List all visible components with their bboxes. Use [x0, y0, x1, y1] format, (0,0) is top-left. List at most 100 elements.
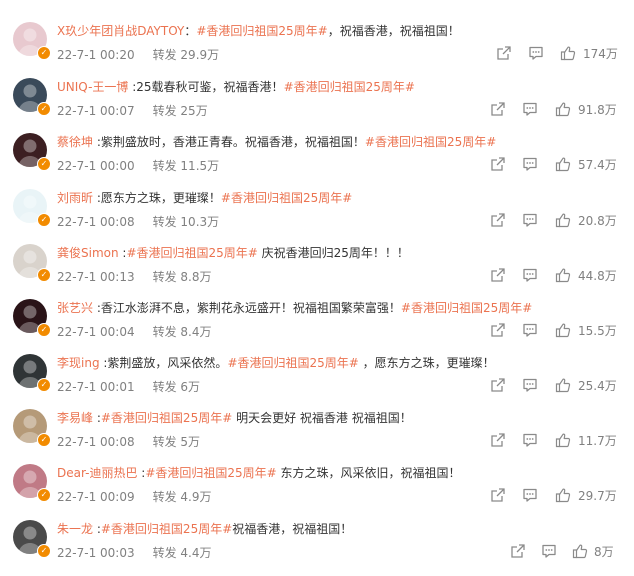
comment-actions: 44.8万 [0, 267, 634, 285]
hashtag-link[interactable]: #香港回归祖国25周年# [221, 191, 352, 205]
comment-actions: 11.7万 [0, 432, 634, 450]
username-link[interactable]: 李现ing [57, 356, 100, 370]
comment-actions: 57.4万 [0, 156, 634, 174]
username-link[interactable]: 蔡徐坤 [57, 135, 93, 149]
comment-text: Dear-迪丽热巴 :#香港回归祖国25周年# 东方之珠，风采依旧，祝福祖国！ [57, 465, 461, 481]
comment-icon[interactable] [528, 45, 544, 61]
separator: : [93, 301, 101, 315]
username-link[interactable]: 张艺兴 [57, 301, 93, 315]
comment-body: 紫荆盛放，风采依然。 [107, 356, 228, 370]
like-count: 91.8万 [578, 103, 617, 117]
separator: : [93, 191, 101, 205]
username-link[interactable]: 龚俊Simon [57, 246, 119, 260]
hashtag-link[interactable]: #香港回归祖国25周年# [101, 411, 232, 425]
comment-actions: 91.8万 [0, 101, 634, 119]
like-count: 20.8万 [578, 214, 617, 228]
comment-body-suffix: 祝福香港，祝福祖国！ [232, 522, 353, 536]
share-icon[interactable] [490, 156, 506, 172]
comment-icon[interactable] [522, 432, 538, 448]
share-icon[interactable] [490, 101, 506, 117]
comment-icon[interactable] [522, 267, 538, 283]
comment-body-suffix: 明天会更好 祝福香港 祝福祖国！ [232, 411, 412, 425]
comment-actions: 25.4万 [0, 377, 634, 395]
comment-body-suffix: 东方之珠，风采依旧，祝福祖国！ [276, 466, 461, 480]
comment-body: 香江水澎湃不息，紫荆花永远盛开！祝福祖国繁荣富强！ [100, 301, 401, 315]
comment-row: ✓ 龚俊Simon :#香港回归祖国25周年# 庆祝香港回归25周年！！！ 22-7… [0, 244, 634, 300]
comment-icon[interactable] [522, 322, 538, 338]
hashtag-link[interactable]: #香港回归祖国25周年# [401, 301, 532, 315]
comment-list: ✓ X玖少年团肖战DAYTOY：#香港回归祖国25周年#，祝福香港，祝福祖国！ 22… [0, 0, 634, 574]
like-count: 15.5万 [578, 324, 617, 338]
thumbs-up-icon[interactable] [555, 156, 571, 172]
comment-text: 李现ing :紫荆盛放，风采依然。#香港回归祖国25周年# ，愿东方之珠，更璀璨… [57, 355, 495, 371]
hashtag-link[interactable]: #香港回归祖国25周年# [145, 466, 276, 480]
hashtag-link[interactable]: #香港回归祖国25周年# [126, 246, 257, 260]
comment-row: ✓ Dear-迪丽热巴 :#香港回归祖国25周年# 东方之珠，风采依旧，祝福祖国！… [0, 464, 634, 520]
share-icon[interactable] [490, 212, 506, 228]
hashtag-link[interactable]: #香港回归祖国25周年# [284, 80, 415, 94]
thumbs-up-icon[interactable] [555, 101, 571, 117]
comment-text: 刘雨昕 :愿东方之珠，更璀璨！#香港回归祖国25周年# [57, 190, 352, 206]
comment-body: 25载春秋可鉴，祝福香港！ [136, 80, 284, 94]
separator: : [93, 522, 101, 536]
hashtag-link[interactable]: #香港回归祖国25周年# [227, 356, 358, 370]
comment-row: ✓ 蔡徐坤 :紫荆盛放时，香港正青春。祝福香港，祝福祖国！#香港回归祖国25周年#… [0, 133, 634, 189]
comment-text: 李易峰 :#香港回归祖国25周年# 明天会更好 祝福香港 祝福祖国！ [57, 410, 412, 426]
comment-icon[interactable] [522, 212, 538, 228]
comment-row: ✓ 朱一龙 :#香港回归祖国25周年#祝福香港，祝福祖国！ 22-7-1 00:03… [0, 520, 634, 576]
comment-row: ✓ 李现ing :紫荆盛放，风采依然。#香港回归祖国25周年# ，愿东方之珠，更璀… [0, 354, 634, 410]
thumbs-up-icon[interactable] [555, 322, 571, 338]
comment-icon[interactable] [522, 101, 538, 117]
comment-icon[interactable] [522, 156, 538, 172]
thumbs-up-icon[interactable] [555, 377, 571, 393]
comment-row: ✓ UNIQ-王一博 :25载春秋可鉴，祝福香港！#香港回归祖国25周年# 22-7… [0, 78, 634, 134]
username-link[interactable]: 朱一龙 [57, 522, 93, 536]
comment-text: 朱一龙 :#香港回归祖国25周年#祝福香港，祝福祖国！ [57, 521, 352, 537]
comment-row: ✓ 刘雨昕 :愿东方之珠，更璀璨！#香港回归祖国25周年# 22-7-1 00:08… [0, 189, 634, 245]
share-icon[interactable] [496, 45, 512, 61]
share-icon[interactable] [490, 322, 506, 338]
thumbs-up-icon[interactable] [560, 45, 576, 61]
comment-text: UNIQ-王一博 :25载春秋可鉴，祝福香港！#香港回归祖国25周年# [57, 79, 415, 95]
like-count: 8万 [594, 545, 614, 559]
comment-text: 龚俊Simon :#香港回归祖国25周年# 庆祝香港回归25周年！！！ [57, 245, 409, 261]
thumbs-up-icon[interactable] [555, 212, 571, 228]
comment-body-suffix: ，祝福香港，祝福祖国！ [327, 24, 460, 38]
comment-text: 张艺兴 :香江水澎湃不息，紫荆花永远盛开！祝福祖国繁荣富强！#香港回归祖国25周… [57, 300, 532, 316]
like-count: 25.4万 [578, 379, 617, 393]
comment-text: 蔡徐坤 :紫荆盛放时，香港正青春。祝福香港，祝福祖国！#香港回归祖国25周年# [57, 134, 496, 150]
comment-actions: 29.7万 [0, 487, 634, 505]
comment-row: ✓ 张艺兴 :香江水澎湃不息，紫荆花永远盛开！祝福祖国繁荣富强！#香港回归祖国25… [0, 299, 634, 355]
thumbs-up-icon[interactable] [555, 487, 571, 503]
comment-row: ✓ X玖少年团肖战DAYTOY：#香港回归祖国25周年#，祝福香港，祝福祖国！ 22… [0, 22, 634, 78]
username-link[interactable]: X玖少年团肖战DAYTOY [57, 24, 184, 38]
comment-row: ✓ 李易峰 :#香港回归祖国25周年# 明天会更好 祝福香港 祝福祖国！ 22-7-… [0, 409, 634, 465]
share-icon[interactable] [490, 487, 506, 503]
separator: : [93, 135, 101, 149]
comment-icon[interactable] [522, 487, 538, 503]
hashtag-link[interactable]: #香港回归祖国25周年# [101, 522, 232, 536]
comment-actions: 8万 [0, 543, 634, 561]
share-icon[interactable] [490, 267, 506, 283]
like-count: 11.7万 [578, 434, 617, 448]
like-count: 44.8万 [578, 269, 617, 283]
comment-body-suffix: 庆祝香港回归25周年！！！ [257, 246, 409, 260]
comment-icon[interactable] [522, 377, 538, 393]
comment-body: 愿东方之珠，更璀璨！ [100, 191, 221, 205]
username-link[interactable]: UNIQ-王一博 [57, 80, 128, 94]
separator: ： [184, 24, 197, 38]
hashtag-link[interactable]: #香港回归祖国25周年# [365, 135, 496, 149]
username-link[interactable]: 李易峰 [57, 411, 93, 425]
share-icon[interactable] [490, 432, 506, 448]
comment-actions: 15.5万 [0, 322, 634, 340]
comment-text: X玖少年团肖战DAYTOY：#香港回归祖国25周年#，祝福香港，祝福祖国！ [57, 23, 460, 39]
thumbs-up-icon[interactable] [555, 267, 571, 283]
thumbs-up-icon[interactable] [555, 432, 571, 448]
share-icon[interactable] [510, 543, 526, 559]
thumbs-up-icon[interactable] [572, 543, 588, 559]
comment-icon[interactable] [541, 543, 557, 559]
username-link[interactable]: 刘雨昕 [57, 191, 93, 205]
share-icon[interactable] [490, 377, 506, 393]
hashtag-link[interactable]: #香港回归祖国25周年# [196, 24, 327, 38]
username-link[interactable]: Dear-迪丽热巴 [57, 466, 137, 480]
